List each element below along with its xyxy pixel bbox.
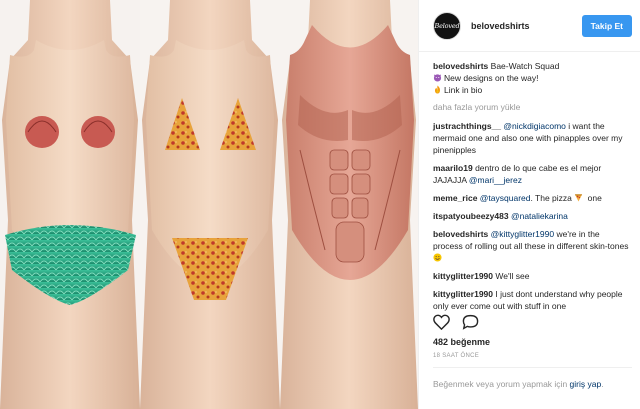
- comment-item: belovedshirts @kittyglitter1990 we're in…: [433, 228, 630, 264]
- action-bar: [433, 314, 479, 330]
- caption-line-3: Link in bio: [433, 84, 630, 96]
- comment-item: itspatyoubeezy483 @nataliekarina: [433, 210, 630, 222]
- header-username[interactable]: belovedshirts: [471, 21, 582, 31]
- pizza-emoji-icon: [575, 194, 583, 202]
- comment-mention[interactable]: @nataliekarina: [511, 211, 568, 221]
- caption: belovedshirts Bae-Watch Squad New design…: [433, 60, 630, 96]
- comment-username[interactable]: justrachthings__: [433, 121, 501, 131]
- login-link[interactable]: giriş yap: [570, 379, 602, 389]
- comment-mention[interactable]: @nickdigiacomo: [503, 121, 566, 131]
- comment-item: meme_rice @taysquared. The pizza one: [433, 192, 630, 204]
- heart-icon[interactable]: [433, 314, 450, 330]
- comment-username[interactable]: kittyglitter1990: [433, 271, 493, 281]
- comment-icon[interactable]: [462, 314, 479, 330]
- like-count[interactable]: 482 beğenme: [433, 337, 490, 347]
- caption-line-2-text: New designs on the way!: [444, 73, 539, 83]
- swimsuit-photo: [0, 0, 418, 409]
- comment-list: belovedshirts Bae-Watch Squad New design…: [419, 52, 640, 316]
- caption-title: Bae-Watch Squad: [490, 61, 560, 71]
- comment-username[interactable]: belovedshirts: [433, 229, 488, 239]
- comment-text: . The pizza: [530, 193, 575, 203]
- load-more-comments[interactable]: daha fazla yorum yükle: [433, 102, 630, 112]
- caption-line-3-text: Link in bio: [444, 85, 483, 95]
- comment-username[interactable]: itspatyoubeezy483: [433, 211, 509, 221]
- comment-mention[interactable]: @mari__jerez: [469, 175, 522, 185]
- comment-username[interactable]: maarilo19: [433, 163, 473, 173]
- comment-item: maarilo19 dentro de lo que cabe es el me…: [433, 162, 630, 186]
- login-prompt: Beğenmek veya yorum yapmak için giriş ya…: [433, 378, 633, 390]
- divider: [433, 367, 632, 368]
- comment-item: kittyglitter1990 I just dont understand …: [433, 288, 630, 312]
- avatar-logo: Beloved: [434, 21, 460, 30]
- model-mermaid: [0, 0, 140, 409]
- caption-line-2: New designs on the way!: [433, 72, 630, 84]
- comment-mention[interactable]: @taysquared: [480, 193, 531, 203]
- model-muscle: [280, 0, 418, 409]
- login-prompt-text: Beğenmek veya yorum yapmak için: [433, 379, 570, 389]
- comment-item: justrachthings__ @nickdigiacomo i want t…: [433, 120, 630, 156]
- comment-mention[interactable]: @kittyglitter1990: [491, 229, 554, 239]
- login-prompt-end: .: [601, 379, 604, 389]
- comment-text-after: one: [585, 193, 602, 203]
- fire-emoji-icon: [434, 85, 441, 94]
- caption-username[interactable]: belovedshirts: [433, 61, 488, 71]
- follow-button[interactable]: Takip Et: [581, 14, 632, 37]
- post-sidebar: Beloved belovedshirts Takip Et belovedsh…: [418, 0, 640, 409]
- comment-item: kittyglitter1990 We'll see: [433, 270, 630, 282]
- post-photo[interactable]: [0, 0, 418, 409]
- post-timestamp: 18 SAAT ÖNCE: [433, 353, 480, 359]
- comment-username[interactable]: kittyglitter1990: [433, 289, 493, 299]
- avatar[interactable]: Beloved: [433, 11, 461, 40]
- devil-emoji-icon: [433, 74, 442, 82]
- comment-text: We'll see: [495, 271, 530, 281]
- model-pizza: [140, 0, 280, 409]
- smile-emoji-icon: [433, 253, 442, 262]
- comment-username[interactable]: meme_rice: [433, 193, 477, 203]
- post-header: Beloved belovedshirts Takip Et: [419, 0, 640, 52]
